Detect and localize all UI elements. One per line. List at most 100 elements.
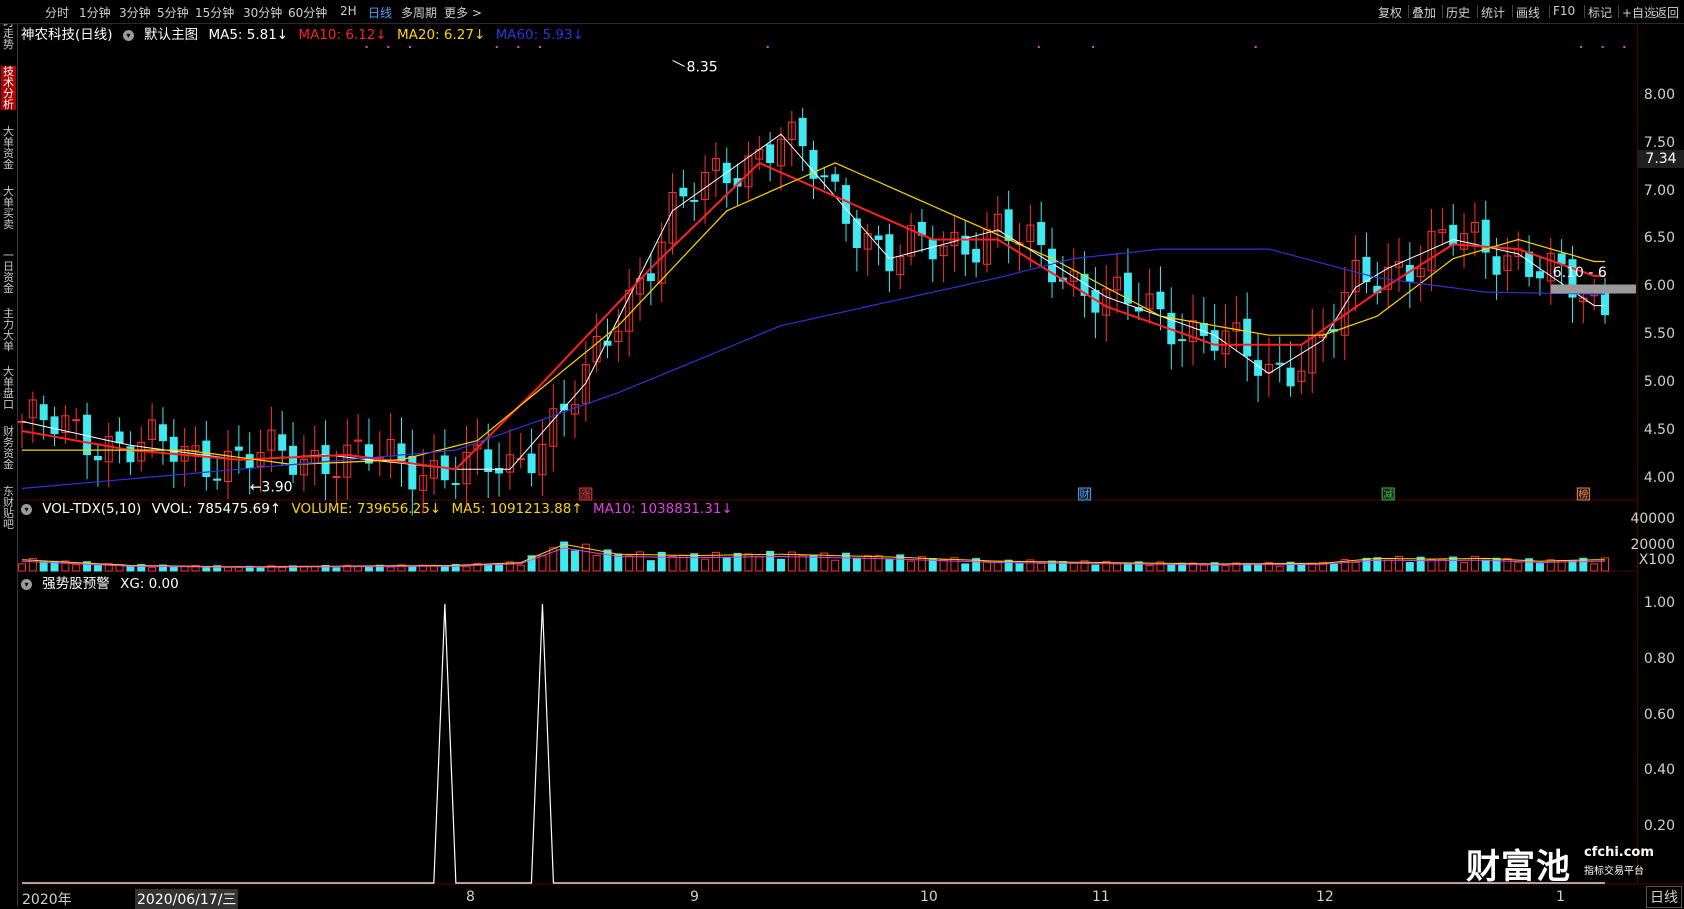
volume-bar (256, 566, 265, 572)
signal-dot (1579, 46, 1582, 48)
volume-tick: 40000 (1630, 511, 1675, 527)
candle-down (679, 187, 688, 197)
volume-bar (1514, 561, 1523, 572)
candle-down (39, 404, 48, 421)
volume-bar (592, 554, 601, 572)
volume-bar (570, 550, 579, 572)
price-tick: 6.00 (1643, 278, 1675, 295)
volume-bar (440, 565, 449, 572)
volume-bar (408, 566, 417, 572)
candle-down (831, 174, 840, 182)
candle-down (1362, 256, 1371, 283)
signal-dot (1623, 46, 1626, 48)
price-tick: 5.00 (1643, 374, 1675, 391)
candle-down (245, 454, 254, 469)
volume-bar (907, 560, 916, 572)
volume-bar (809, 555, 818, 572)
candle-down (972, 248, 981, 263)
ma-line-ma10 (21, 161, 1605, 471)
event-mark-label: 财 (1080, 488, 1090, 501)
range-bar (1550, 284, 1636, 294)
candle-down (397, 443, 406, 462)
candle-down (1178, 339, 1187, 342)
volume-bar (874, 554, 883, 572)
volume-bar (1535, 563, 1544, 572)
volume-bar (126, 565, 135, 572)
candle-down (1156, 291, 1165, 310)
candle-down (408, 455, 417, 490)
candle-down (690, 199, 699, 202)
signal-dot (1601, 46, 1604, 48)
candle-down (798, 117, 807, 147)
volume-bar (18, 563, 26, 572)
volume-bar (701, 558, 710, 572)
volume-bar (776, 558, 785, 572)
candle-down (278, 434, 287, 451)
price-tick: 7.50 (1643, 134, 1675, 151)
volume-bar (690, 553, 699, 572)
volume-bar (885, 559, 894, 572)
volume-bar (1069, 562, 1078, 572)
brand-tagline: 指标交易平台 (1584, 866, 1644, 877)
volume-bar (1329, 563, 1338, 572)
date-tick: 9 (690, 889, 699, 905)
volume-bar (733, 552, 742, 572)
candle-down (1004, 209, 1013, 241)
volume-bar (1503, 558, 1512, 572)
volume-bar (224, 566, 233, 572)
volume-bar (1145, 565, 1154, 572)
candle-down (1243, 318, 1252, 357)
candle-down (1286, 367, 1295, 387)
volume-bar (148, 566, 157, 572)
candle-down (158, 424, 167, 442)
volume-bar (93, 564, 102, 572)
price-tick: 4.50 (1643, 421, 1675, 438)
current-price-tag: 7.34 (1638, 150, 1684, 169)
ma-line-ma20 (22, 162, 1605, 466)
volume-bar (1167, 563, 1176, 572)
candle-down (202, 440, 211, 478)
volume-bar (1351, 561, 1360, 572)
candle-down (842, 185, 851, 224)
volume-bar (560, 541, 569, 572)
volume-bar (1015, 563, 1024, 572)
price-tick: 6.50 (1643, 230, 1675, 247)
price-axis: 8.00 7.50 7.00 6.50 6.00 5.50 5.00 4.50 4.00 7.34… (1630, 23, 1684, 883)
volume-bar (961, 563, 970, 572)
volume-bar (1275, 565, 1284, 572)
candle-down (1525, 251, 1534, 277)
low-label: ←3.90 (250, 480, 293, 496)
volume-bar (917, 556, 926, 572)
candle-up (72, 419, 81, 422)
date-tick: 8 (466, 889, 475, 905)
brand-domain: cfchi.com (1584, 845, 1654, 860)
period-button[interactable]: 日线 (1646, 886, 1682, 908)
candle-down (1557, 253, 1566, 265)
brand-logo: 财富池 (1466, 847, 1571, 887)
signal-dot (517, 46, 520, 48)
volume-bar (1199, 564, 1208, 572)
candle-down (50, 416, 59, 435)
volume-bar (939, 559, 948, 572)
volume-bar (1568, 560, 1577, 572)
volume-unit: X100 (1638, 552, 1675, 568)
kline-chart[interactable]: 8.35 ←3.90 6.10 - 6 涨 财 减 榜 (0, 0, 1684, 906)
xg-signal-line (22, 603, 1605, 884)
signal-dot (539, 46, 542, 48)
volume-bar (755, 556, 764, 572)
date-tick: 2020/06/17/三 (135, 889, 239, 909)
indicator-tick: 0.60 (1643, 706, 1675, 723)
price-tick: 5.50 (1643, 326, 1675, 343)
candle-down (1275, 362, 1284, 365)
indicator-tick: 0.40 (1643, 762, 1675, 779)
volume-bar (1405, 562, 1414, 572)
candle-down (820, 175, 829, 178)
indicator-tick: 0.20 (1643, 818, 1675, 835)
volume-tick: 20000 (1630, 536, 1675, 553)
volume-bar (982, 561, 991, 572)
volume-bar (852, 557, 861, 572)
volume-bar (462, 566, 471, 572)
candle-down (115, 431, 124, 444)
volume-bar (1384, 559, 1393, 572)
volume-bar (668, 555, 677, 572)
